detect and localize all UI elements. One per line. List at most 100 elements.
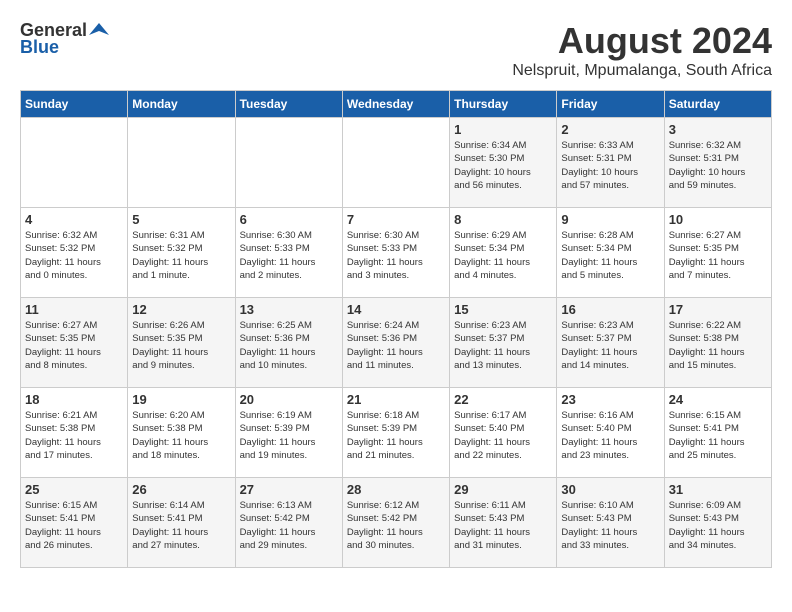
- day-number: 26: [132, 482, 230, 497]
- calendar-cell: 27Sunrise: 6:13 AMSunset: 5:42 PMDayligh…: [235, 478, 342, 568]
- day-info: Sunrise: 6:11 AMSunset: 5:43 PMDaylight:…: [454, 499, 552, 552]
- day-info: Sunrise: 6:16 AMSunset: 5:40 PMDaylight:…: [561, 409, 659, 462]
- calendar-cell: 12Sunrise: 6:26 AMSunset: 5:35 PMDayligh…: [128, 298, 235, 388]
- calendar-cell: 7Sunrise: 6:30 AMSunset: 5:33 PMDaylight…: [342, 208, 449, 298]
- calendar-cell: 23 Sunrise: 6:16 AMSunset: 5:40 PMDayligh…: [557, 388, 664, 478]
- day-info: Sunrise: 6:24 AMSunset: 5:36 PMDaylight:…: [347, 319, 445, 372]
- calendar-cell: 19 Sunrise: 6:20 AMSunset: 5:38 PMDayligh…: [128, 388, 235, 478]
- calendar-cell: 10 Sunrise: 6:27 AMSunset: 5:35 PMDayligh…: [664, 208, 771, 298]
- day-number: 8: [454, 212, 552, 227]
- calendar-cell: 31 Sunrise: 6:09 AMSunset: 5:43 PMDayligh…: [664, 478, 771, 568]
- calendar-cell: 28 Sunrise: 6:12 AMSunset: 5:42 PMDayligh…: [342, 478, 449, 568]
- calendar-cell: 8 Sunrise: 6:29 AMSunset: 5:34 PMDaylight…: [450, 208, 557, 298]
- day-info: Sunrise: 6:28 AMSunset: 5:34 PMDaylight:…: [561, 229, 659, 282]
- day-info: Sunrise: 6:32 AMSunset: 5:31 PMDaylight:…: [669, 139, 767, 192]
- calendar-cell: 15Sunrise: 6:23 AMSunset: 5:37 PMDayligh…: [450, 298, 557, 388]
- weekday-header-thursday: Thursday: [450, 91, 557, 118]
- location-title: Nelspruit, Mpumalanga, South Africa: [512, 62, 772, 80]
- day-number: 31: [669, 482, 767, 497]
- day-number: 21: [347, 392, 445, 407]
- day-number: 18: [25, 392, 123, 407]
- calendar-cell: 14 Sunrise: 6:24 AMSunset: 5:36 PMDayligh…: [342, 298, 449, 388]
- day-info: Sunrise: 6:20 AMSunset: 5:38 PMDaylight:…: [132, 409, 230, 462]
- week-row-2: 4 Sunrise: 6:32 AMSunset: 5:32 PMDaylight…: [21, 208, 772, 298]
- day-number: 9: [561, 212, 659, 227]
- day-number: 4: [25, 212, 123, 227]
- day-info: Sunrise: 6:27 AMSunset: 5:35 PMDaylight:…: [25, 319, 123, 372]
- calendar-cell: 29Sunrise: 6:11 AMSunset: 5:43 PMDayligh…: [450, 478, 557, 568]
- day-number: 16: [561, 302, 659, 317]
- week-row-1: 1 Sunrise: 6:34 AMSunset: 5:30 PMDaylight…: [21, 118, 772, 208]
- day-info: Sunrise: 6:23 AMSunset: 5:37 PMDaylight:…: [561, 319, 659, 372]
- week-row-4: 18 Sunrise: 6:21 AMSunset: 5:38 PMDayligh…: [21, 388, 772, 478]
- day-info: Sunrise: 6:30 AMSunset: 5:33 PMDaylight:…: [240, 229, 338, 282]
- calendar-cell: 13Sunrise: 6:25 AMSunset: 5:36 PMDayligh…: [235, 298, 342, 388]
- weekday-header-row: SundayMondayTuesdayWednesdayThursdayFrid…: [21, 91, 772, 118]
- calendar-cell: 22 Sunrise: 6:17 AMSunset: 5:40 PMDayligh…: [450, 388, 557, 478]
- calendar-cell: 3 Sunrise: 6:32 AMSunset: 5:31 PMDaylight…: [664, 118, 771, 208]
- day-number: 7: [347, 212, 445, 227]
- day-number: 28: [347, 482, 445, 497]
- weekday-header-sunday: Sunday: [21, 91, 128, 118]
- day-number: 10: [669, 212, 767, 227]
- day-info: Sunrise: 6:31 AMSunset: 5:32 PMDaylight:…: [132, 229, 230, 282]
- day-info: Sunrise: 6:17 AMSunset: 5:40 PMDaylight:…: [454, 409, 552, 462]
- logo-blue-text: Blue: [20, 37, 59, 58]
- calendar-cell: [21, 118, 128, 208]
- logo-bird-icon: [89, 21, 109, 41]
- calendar-cell: 11 Sunrise: 6:27 AMSunset: 5:35 PMDayligh…: [21, 298, 128, 388]
- weekday-header-tuesday: Tuesday: [235, 91, 342, 118]
- day-info: Sunrise: 6:34 AMSunset: 5:30 PMDaylight:…: [454, 139, 552, 192]
- weekday-header-friday: Friday: [557, 91, 664, 118]
- day-number: 11: [25, 302, 123, 317]
- day-number: 17: [669, 302, 767, 317]
- day-number: 3: [669, 122, 767, 137]
- day-number: 30: [561, 482, 659, 497]
- day-info: Sunrise: 6:23 AMSunset: 5:37 PMDaylight:…: [454, 319, 552, 372]
- week-row-5: 25Sunrise: 6:15 AMSunset: 5:41 PMDayligh…: [21, 478, 772, 568]
- logo: General Blue: [20, 20, 109, 58]
- day-info: Sunrise: 6:27 AMSunset: 5:35 PMDaylight:…: [669, 229, 767, 282]
- day-info: Sunrise: 6:18 AMSunset: 5:39 PMDaylight:…: [347, 409, 445, 462]
- calendar-cell: 30 Sunrise: 6:10 AMSunset: 5:43 PMDayligh…: [557, 478, 664, 568]
- day-number: 23: [561, 392, 659, 407]
- day-number: 24: [669, 392, 767, 407]
- week-row-3: 11 Sunrise: 6:27 AMSunset: 5:35 PMDayligh…: [21, 298, 772, 388]
- day-info: Sunrise: 6:09 AMSunset: 5:43 PMDaylight:…: [669, 499, 767, 552]
- calendar-cell: 1 Sunrise: 6:34 AMSunset: 5:30 PMDaylight…: [450, 118, 557, 208]
- weekday-header-saturday: Saturday: [664, 91, 771, 118]
- calendar-cell: 6 Sunrise: 6:30 AMSunset: 5:33 PMDaylight…: [235, 208, 342, 298]
- weekday-header-wednesday: Wednesday: [342, 91, 449, 118]
- day-info: Sunrise: 6:15 AMSunset: 5:41 PMDaylight:…: [669, 409, 767, 462]
- calendar-cell: 17 Sunrise: 6:22 AMSunset: 5:38 PMDayligh…: [664, 298, 771, 388]
- weekday-header-monday: Monday: [128, 91, 235, 118]
- day-info: Sunrise: 6:29 AMSunset: 5:34 PMDaylight:…: [454, 229, 552, 282]
- day-info: Sunrise: 6:32 AMSunset: 5:32 PMDaylight:…: [25, 229, 123, 282]
- day-number: 20: [240, 392, 338, 407]
- calendar-cell: [342, 118, 449, 208]
- calendar-cell: 16 Sunrise: 6:23 AMSunset: 5:37 PMDayligh…: [557, 298, 664, 388]
- day-number: 19: [132, 392, 230, 407]
- day-number: 22: [454, 392, 552, 407]
- day-number: 1: [454, 122, 552, 137]
- day-number: 2: [561, 122, 659, 137]
- day-number: 14: [347, 302, 445, 317]
- day-info: Sunrise: 6:10 AMSunset: 5:43 PMDaylight:…: [561, 499, 659, 552]
- day-info: Sunrise: 6:22 AMSunset: 5:38 PMDaylight:…: [669, 319, 767, 372]
- calendar-cell: 4 Sunrise: 6:32 AMSunset: 5:32 PMDaylight…: [21, 208, 128, 298]
- calendar-cell: 24 Sunrise: 6:15 AMSunset: 5:41 PMDayligh…: [664, 388, 771, 478]
- calendar-cell: 21 Sunrise: 6:18 AMSunset: 5:39 PMDayligh…: [342, 388, 449, 478]
- month-title: August 2024: [512, 20, 772, 62]
- header: General Blue August 2024 Nelspruit, Mpum…: [20, 20, 772, 80]
- day-info: Sunrise: 6:12 AMSunset: 5:42 PMDaylight:…: [347, 499, 445, 552]
- calendar-cell: 20Sunrise: 6:19 AMSunset: 5:39 PMDayligh…: [235, 388, 342, 478]
- day-number: 6: [240, 212, 338, 227]
- day-info: Sunrise: 6:15 AMSunset: 5:41 PMDaylight:…: [25, 499, 123, 552]
- day-info: Sunrise: 6:21 AMSunset: 5:38 PMDaylight:…: [25, 409, 123, 462]
- calendar-table: SundayMondayTuesdayWednesdayThursdayFrid…: [20, 90, 772, 568]
- calendar-cell: 25Sunrise: 6:15 AMSunset: 5:41 PMDayligh…: [21, 478, 128, 568]
- day-info: Sunrise: 6:26 AMSunset: 5:35 PMDaylight:…: [132, 319, 230, 372]
- calendar-cell: 5Sunrise: 6:31 AMSunset: 5:32 PMDaylight…: [128, 208, 235, 298]
- title-area: August 2024 Nelspruit, Mpumalanga, South…: [512, 20, 772, 80]
- calendar-cell: 9 Sunrise: 6:28 AMSunset: 5:34 PMDaylight…: [557, 208, 664, 298]
